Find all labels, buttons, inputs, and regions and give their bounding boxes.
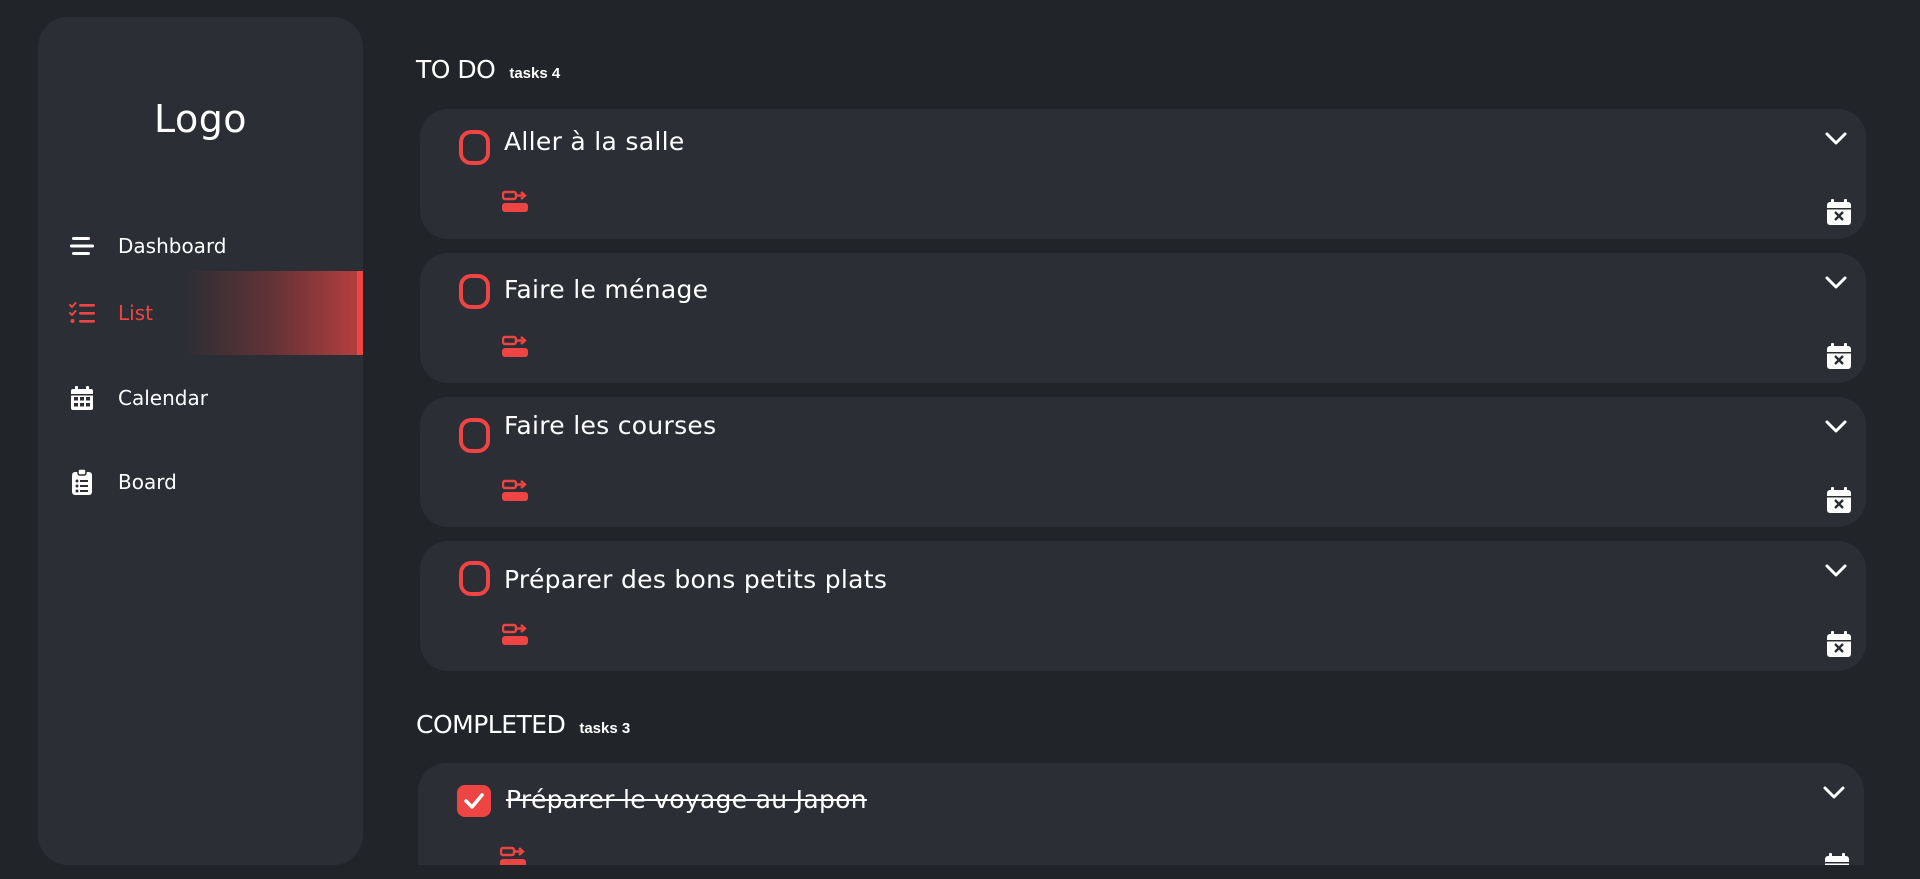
calendar-x-icon[interactable] (1826, 631, 1852, 657)
sidebar: Logo Dashboard List Calendar Board (38, 17, 363, 865)
move-task-icon[interactable] (502, 334, 528, 358)
completed-task-clip: Préparer le voyage au Japon (416, 763, 1866, 865)
task-title: Préparer le voyage au Japon (506, 785, 867, 814)
sidebar-item-board[interactable]: Board (38, 440, 363, 524)
list-check-icon (68, 299, 96, 327)
section-title: COMPLETED (416, 710, 566, 739)
check-icon (464, 793, 484, 809)
task-count: tasks 4 (509, 65, 561, 82)
section-title: TO DO (416, 55, 496, 84)
task-title: Aller à la salle (504, 127, 685, 156)
move-task-icon[interactable] (502, 622, 528, 646)
task-checkbox[interactable] (459, 561, 490, 596)
calendar-icon (68, 384, 96, 412)
calendar-x-icon[interactable] (1826, 343, 1852, 369)
completed-header: COMPLETED tasks 3 (416, 710, 630, 739)
calendar-x-icon[interactable] (1826, 199, 1852, 225)
chevron-down-icon[interactable] (1822, 125, 1850, 153)
task-checkbox[interactable] (459, 130, 490, 165)
calendar-x-icon[interactable] (1826, 487, 1852, 513)
bars-icon (68, 232, 96, 260)
sidebar-item-list[interactable]: List (38, 271, 363, 355)
task-checkbox[interactable] (459, 274, 490, 309)
task-card[interactable]: Préparer le voyage au Japon (418, 763, 1864, 865)
task-card[interactable]: Faire le ménage (420, 253, 1866, 383)
calendar-x-icon[interactable] (1824, 853, 1850, 865)
todo-header: TO DO tasks 4 (416, 55, 560, 84)
task-title: Préparer des bons petits plats (504, 565, 888, 594)
task-checkbox-checked[interactable] (457, 785, 491, 817)
task-title: Faire les courses (504, 411, 717, 440)
task-card[interactable]: Aller à la salle (420, 109, 1866, 239)
sidebar-item-label: List (118, 301, 153, 325)
task-checkbox[interactable] (459, 418, 490, 453)
task-card[interactable]: Faire les courses (420, 397, 1866, 527)
sidebar-item-label: Dashboard (118, 234, 227, 258)
move-task-icon[interactable] (502, 189, 528, 213)
logo: Logo (153, 97, 248, 141)
chevron-down-icon[interactable] (1822, 413, 1850, 441)
task-card[interactable]: Préparer des bons petits plats (420, 541, 1866, 671)
chevron-down-icon[interactable] (1822, 557, 1850, 585)
move-task-icon[interactable] (502, 478, 528, 502)
chevron-down-icon[interactable] (1820, 779, 1848, 807)
sidebar-item-label: Board (118, 470, 177, 494)
task-title: Faire le ménage (504, 275, 709, 304)
sidebar-item-calendar[interactable]: Calendar (38, 356, 363, 440)
move-task-icon[interactable] (500, 845, 526, 865)
sidebar-item-label: Calendar (118, 386, 208, 410)
main-content: TO DO tasks 4 Aller à la salle Faire le … (416, 0, 1866, 879)
chevron-down-icon[interactable] (1822, 269, 1850, 297)
task-count: tasks 3 (579, 720, 631, 737)
clipboard-list-icon (68, 468, 96, 496)
